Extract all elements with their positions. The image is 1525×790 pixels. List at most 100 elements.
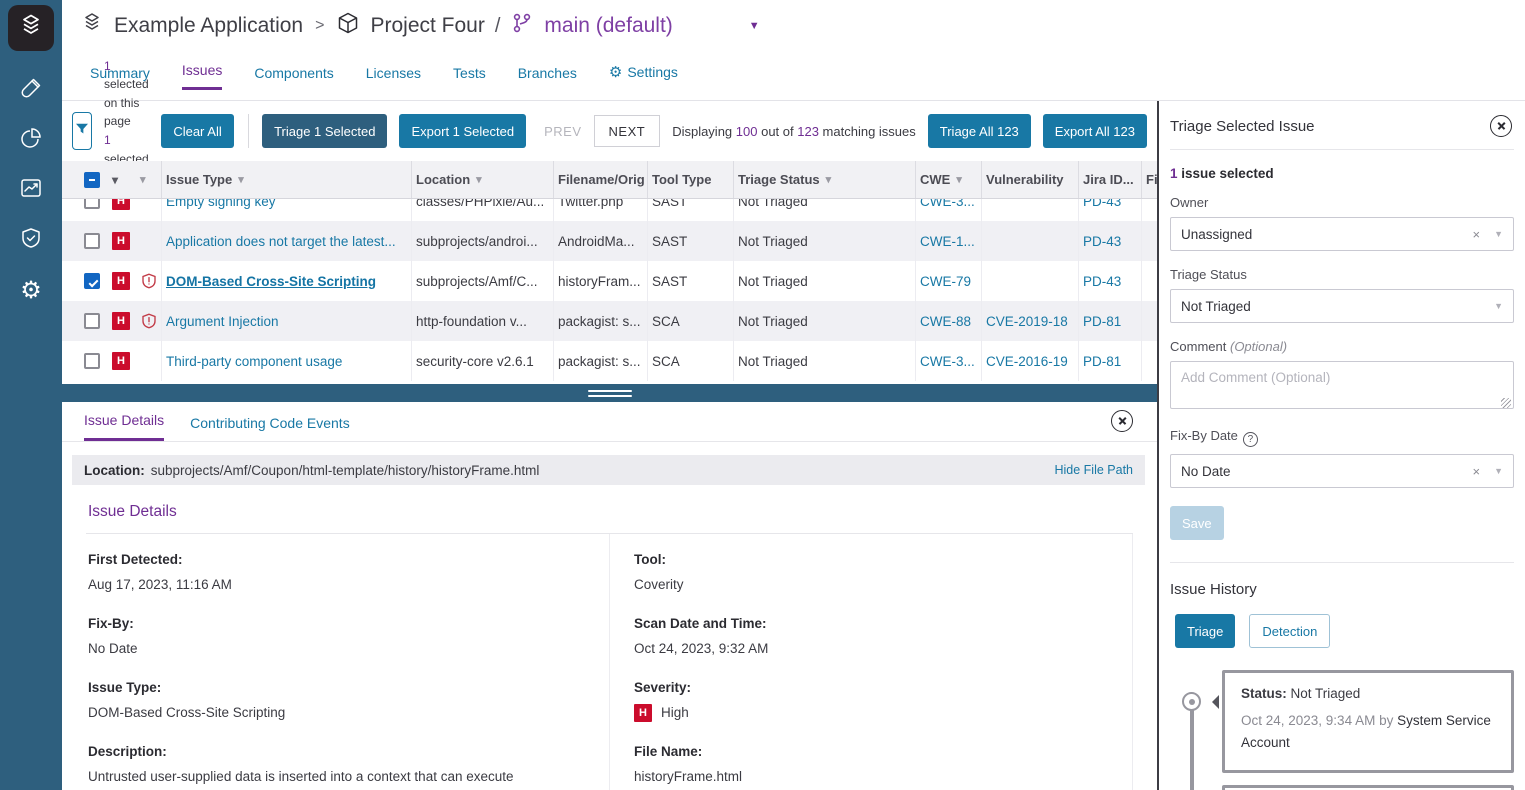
column-header-issue-type[interactable]: Issue Type▾ — [162, 161, 412, 198]
row-checkbox[interactable] — [84, 313, 100, 329]
triage-status-cell: Not Triaged — [734, 301, 916, 341]
tab-branches[interactable]: Branches — [518, 65, 577, 90]
breadcrumb-separator: > — [315, 17, 324, 35]
cube-icon — [336, 11, 360, 41]
save-button[interactable]: Save — [1170, 506, 1224, 540]
triage-all-button[interactable]: Triage All 123 — [928, 114, 1031, 148]
branch-dropdown-caret-icon[interactable]: ▼ — [749, 20, 760, 32]
cwe-link[interactable]: CWE-3... — [920, 199, 975, 209]
field-label: First Detected: — [88, 552, 585, 567]
next-page-button[interactable]: NEXT — [594, 115, 661, 147]
issue-type-link[interactable]: Argument Injection — [166, 314, 279, 329]
row-checkbox[interactable] — [84, 273, 100, 289]
row-checkbox[interactable] — [84, 353, 100, 369]
jira-link[interactable]: PD-43 — [1083, 274, 1121, 289]
tab-tests[interactable]: Tests — [453, 65, 486, 90]
jira-link[interactable]: PD-43 — [1083, 199, 1121, 209]
details-right-column: Tool:Coverity Scan Date and Time:Oct 24,… — [609, 534, 1132, 790]
date-caret-icon[interactable]: ▼ — [1494, 466, 1503, 476]
vulnerability-link[interactable]: CVE-2019-18 — [986, 314, 1068, 329]
clear-owner-icon[interactable]: × — [1472, 227, 1480, 242]
jira-link[interactable]: PD-81 — [1083, 314, 1121, 329]
table-row-selected[interactable]: H DOM-Based Cross-Site Scripting subproj… — [62, 261, 1157, 301]
column-header-tool-type[interactable]: Tool Type — [648, 161, 734, 198]
sidebar-item-metrics[interactable] — [18, 177, 44, 203]
tab-components[interactable]: Components — [254, 65, 333, 90]
panel-resize-splitter[interactable] — [62, 384, 1157, 402]
close-details-icon[interactable] — [1111, 410, 1133, 432]
column-header-vulnerability[interactable]: Vulnerability — [982, 161, 1079, 198]
table-row[interactable]: H Empty signing key classes/PHPixie/Au..… — [62, 199, 1157, 221]
row-checkbox[interactable] — [84, 233, 100, 249]
tab-issue-details[interactable]: Issue Details — [84, 412, 164, 441]
comment-input[interactable] — [1170, 361, 1514, 409]
export-selected-button[interactable]: Export 1 Selected — [399, 114, 526, 148]
column-header-filename[interactable]: Filename/Orig — [554, 161, 648, 198]
cwe-link[interactable]: CWE-79 — [920, 274, 971, 289]
issue-details-panel: Issue Details Contributing Code Events L… — [62, 402, 1157, 790]
issue-type-link[interactable]: Empty signing key — [166, 199, 276, 209]
history-entry-card: Status: Not Triaged Oct 24, 2023, 9:34 A… — [1222, 670, 1514, 773]
cwe-link[interactable]: CWE-3... — [920, 354, 975, 369]
breadcrumb-project-name[interactable]: Project Four — [370, 14, 484, 38]
triage-status-caret-icon[interactable]: ▼ — [1494, 301, 1503, 311]
issue-details-section: Issue Details First Detected:Aug 17, 202… — [86, 501, 1133, 790]
cwe-link[interactable]: CWE-88 — [920, 314, 971, 329]
export-all-button[interactable]: Export All 123 — [1043, 114, 1147, 148]
column-header-triage-status[interactable]: Triage Status▾ — [734, 161, 916, 198]
owner-value: Unassigned — [1181, 227, 1252, 242]
close-triage-panel-icon[interactable] — [1490, 115, 1512, 137]
issue-history-title: Issue History — [1170, 581, 1514, 598]
breadcrumb-branch-name[interactable]: main (default) — [544, 14, 672, 38]
column-header-cwe[interactable]: CWE▾ — [916, 161, 982, 198]
clear-all-button[interactable]: Clear All — [161, 114, 233, 148]
cwe-link[interactable]: CWE-1... — [920, 234, 975, 249]
field-label: Tool: — [634, 552, 1108, 567]
history-detection-button[interactable]: Detection — [1249, 614, 1330, 648]
tab-licenses[interactable]: Licenses — [366, 65, 421, 90]
app-logo[interactable] — [8, 5, 54, 51]
help-icon[interactable]: ? — [1243, 432, 1258, 447]
location-cell: security-core v2.6.1 — [412, 341, 554, 381]
breadcrumb: Example Application > Project Four / mai… — [80, 0, 1525, 48]
table-row[interactable]: H Application does not target the latest… — [62, 221, 1157, 261]
vulnerability-link[interactable]: CVE-2016-19 — [986, 354, 1068, 369]
tab-issues[interactable]: Issues — [182, 62, 222, 90]
issues-selected-count: 1 issue selected — [1170, 166, 1514, 181]
table-row[interactable]: H Third-party component usage security-c… — [62, 341, 1157, 381]
sidebar-item-admin[interactable]: ⚙ — [18, 277, 44, 303]
issues-toolbar: 1 selected on this page 1 selected acros… — [62, 101, 1157, 161]
issue-type-link[interactable]: DOM-Based Cross-Site Scripting — [166, 274, 376, 289]
sidebar-item-tests[interactable] — [18, 77, 44, 103]
shield-sort-caret-icon[interactable]: ▾ — [140, 173, 146, 186]
fix-by-date-select[interactable]: No Date × ▼ — [1170, 454, 1514, 488]
filter-button[interactable] — [72, 112, 92, 150]
sidebar-item-policies[interactable] — [18, 227, 44, 253]
tab-contributing-code-events[interactable]: Contributing Code Events — [190, 415, 350, 441]
column-header-location[interactable]: Location▾ — [412, 161, 554, 198]
jira-link[interactable]: PD-81 — [1083, 354, 1121, 369]
owner-caret-icon[interactable]: ▼ — [1494, 229, 1503, 239]
issue-type-link[interactable]: Application does not target the latest..… — [166, 234, 396, 249]
owner-select[interactable]: Unassigned × ▼ — [1170, 217, 1514, 251]
breadcrumb-app-name[interactable]: Example Application — [114, 14, 303, 38]
hide-file-path-link[interactable]: Hide File Path — [1054, 463, 1133, 477]
column-header-jira-id[interactable]: Jira ID... — [1079, 161, 1142, 198]
triage-status-select[interactable]: Not Triaged ▼ — [1170, 289, 1514, 323]
sidebar-item-reports[interactable] — [18, 127, 44, 153]
jira-link[interactable]: PD-43 — [1083, 234, 1121, 249]
prev-page-button[interactable]: PREV — [544, 124, 581, 139]
severity-sort-caret-icon[interactable]: ▾ — [112, 173, 118, 187]
column-header-fix[interactable]: Fi — [1142, 161, 1157, 198]
history-triage-button[interactable]: Triage — [1175, 614, 1235, 648]
issue-type-link[interactable]: Third-party component usage — [166, 354, 342, 369]
row-checkbox[interactable] — [84, 199, 100, 209]
field-value: Untrusted user-supplied data is inserted… — [88, 767, 558, 790]
settings-gear-icon: ⚙ — [609, 63, 622, 81]
table-row[interactable]: H Argument Injection http-foundation v..… — [62, 301, 1157, 341]
clear-date-icon[interactable]: × — [1472, 464, 1480, 479]
select-all-checkbox[interactable] — [84, 172, 100, 188]
severity-value: High — [661, 703, 689, 724]
tab-settings[interactable]: ⚙ Settings — [609, 63, 678, 90]
triage-selected-button[interactable]: Triage 1 Selected — [262, 114, 387, 148]
